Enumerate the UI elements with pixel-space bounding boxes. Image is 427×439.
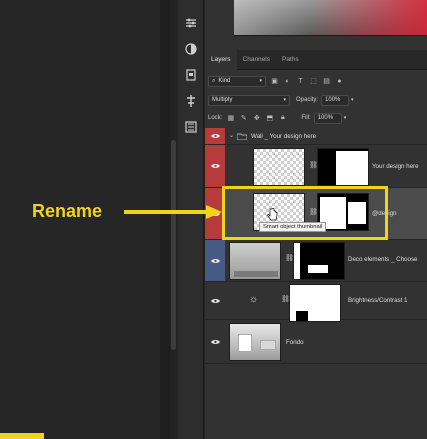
- layer-mask-thumbnail[interactable]: [293, 242, 345, 280]
- lock-row: Lock: ▦ ✎ ✥ ⬒ 🔒︎ Fill: 100% ▾: [208, 111, 424, 125]
- arrow-right-icon: [124, 205, 222, 219]
- lock-position-icon[interactable]: ✥: [252, 114, 261, 123]
- visibility-toggle[interactable]: [205, 128, 225, 144]
- color-picker-preview[interactable]: [234, 0, 427, 36]
- filter-type-icon[interactable]: T: [296, 77, 305, 86]
- filter-smartobject-icon[interactable]: ▤: [322, 77, 331, 86]
- smart-object-thumbnail[interactable]: [253, 148, 305, 186]
- chevron-down-icon[interactable]: ⌄: [229, 132, 234, 139]
- panel-tabs: Layers Channels Paths: [205, 50, 427, 70]
- opacity-value: 100%: [325, 96, 341, 103]
- tab-paths[interactable]: Paths: [276, 50, 305, 70]
- eye-icon: [210, 133, 220, 139]
- chevron-down-icon: ▾: [259, 77, 262, 84]
- blend-row: Multiply ▾ Opacity: 100% ▾: [208, 93, 424, 107]
- layer-thumbnail[interactable]: [229, 323, 281, 361]
- filter-kind-label: Kind: [218, 77, 231, 84]
- fill-label: Fill:: [301, 115, 311, 121]
- folder-icon: [237, 133, 247, 140]
- blend-mode-value: Multiply: [212, 96, 233, 103]
- layer-row[interactable]: ⛓ Deco elements _ Choose: [205, 240, 427, 282]
- layer-row[interactable]: ⛓ Your design here: [205, 145, 427, 188]
- filter-adjustment-icon[interactable]: ◐: [283, 77, 292, 86]
- hand-cursor-icon: [267, 208, 278, 221]
- layer-row[interactable]: ☼ ⛓ Brightness/Contrast 1: [205, 282, 427, 322]
- chevron-down-icon[interactable]: ▾: [344, 115, 347, 121]
- link-icon[interactable]: ⛓: [281, 295, 290, 305]
- visibility-toggle[interactable]: [205, 240, 225, 281]
- search-icon: ⌕: [212, 77, 216, 84]
- layer-name: Your design here: [372, 163, 419, 170]
- filter-shape-icon[interactable]: ⬚: [309, 77, 318, 86]
- layer-mask-thumbnail[interactable]: [317, 148, 369, 186]
- lock-pixels-icon[interactable]: ✎: [239, 114, 248, 123]
- layer-name: Fondo: [286, 339, 304, 346]
- rename-annotation-label: Rename: [32, 201, 103, 221]
- filter-row: ⌕ Kind ▾ ▣ ◐ T ⬚ ▤ ●: [208, 74, 424, 88]
- layer-row-group[interactable]: ⌄ Wall _ Your design here: [205, 128, 427, 145]
- eye-icon: [210, 163, 220, 169]
- eye-icon: [210, 339, 220, 344]
- visibility-toggle[interactable]: [205, 282, 225, 319]
- lock-label: Lock:: [208, 115, 223, 121]
- fill-field[interactable]: 100%: [313, 112, 342, 124]
- filter-pixel-icon[interactable]: ▣: [270, 77, 279, 86]
- layer-name: Wall _ Your design here: [251, 133, 317, 140]
- eye-icon: [210, 258, 220, 263]
- properties-icon[interactable]: [182, 40, 200, 58]
- visibility-toggle[interactable]: [205, 320, 225, 363]
- visibility-toggle[interactable]: [205, 145, 225, 187]
- layer-name: Brightness/Contrast 1: [348, 297, 408, 304]
- layers-list: ⌄ Wall _ Your design here ⛓ Your design …: [205, 128, 427, 439]
- tab-channels[interactable]: Channels: [237, 50, 276, 70]
- fill-value: 100%: [317, 114, 334, 121]
- chevron-down-icon: ▾: [283, 96, 286, 103]
- eye-icon: [210, 298, 220, 303]
- libraries-icon[interactable]: [182, 66, 200, 84]
- link-icon[interactable]: ⛓: [309, 161, 318, 171]
- lock-artboard-icon[interactable]: ⬒: [265, 114, 274, 123]
- layer-thumbnail[interactable]: [229, 242, 281, 280]
- layer-row[interactable]: Fondo: [205, 320, 427, 364]
- adjustments-icon[interactable]: [182, 14, 200, 32]
- filter-kind-select[interactable]: ⌕ Kind ▾: [208, 75, 266, 87]
- link-icon[interactable]: ⛓: [285, 254, 294, 264]
- chevron-down-icon[interactable]: ▾: [351, 97, 354, 103]
- layer-mask-thumbnail[interactable]: [289, 284, 341, 322]
- layer-name: Deco elements _ Choose: [348, 256, 418, 263]
- lock-all-icon[interactable]: 🔒︎: [278, 114, 287, 123]
- lock-transparent-icon[interactable]: ▦: [226, 114, 235, 123]
- align-icon[interactable]: [182, 92, 200, 110]
- blend-mode-select[interactable]: Multiply ▾: [208, 94, 290, 106]
- canvas-scrollbar[interactable]: [171, 140, 176, 350]
- opacity-field[interactable]: 100%: [321, 94, 350, 106]
- tab-layers[interactable]: Layers: [205, 50, 237, 70]
- channels-icon[interactable]: [182, 118, 200, 136]
- yellow-strip: [0, 433, 44, 439]
- opacity-label: Opacity:: [296, 97, 319, 103]
- brightness-contrast-icon: ☼: [249, 294, 259, 305]
- tooltip: Smart object thumbnail: [259, 222, 327, 232]
- filter-toggle-icon[interactable]: ●: [335, 77, 344, 86]
